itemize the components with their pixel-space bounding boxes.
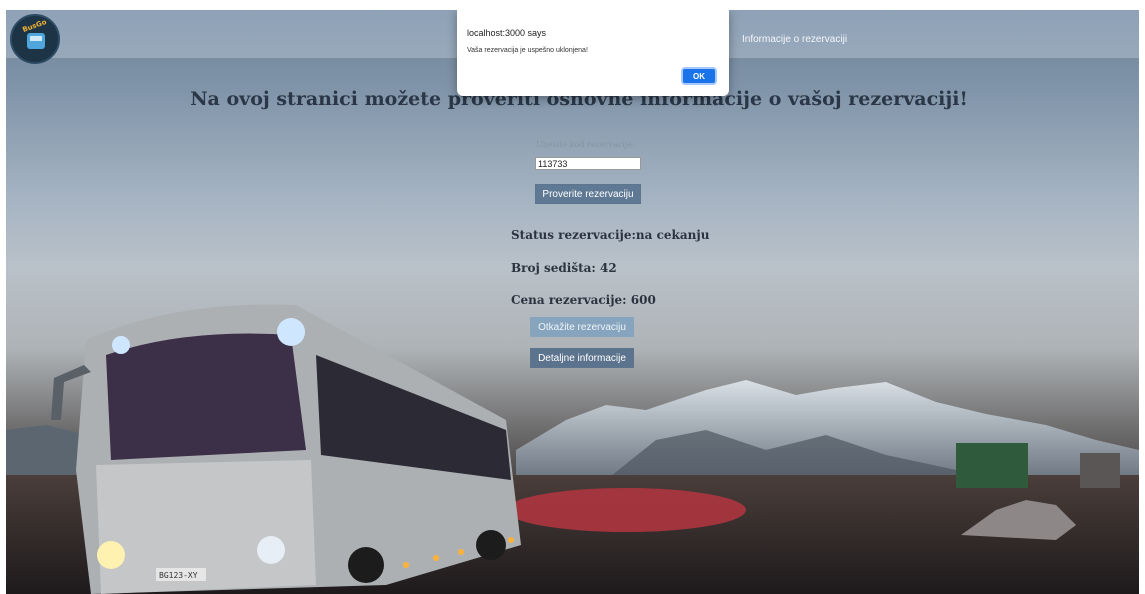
check-reservation-button[interactable]: Proverite rezervaciju [535, 184, 641, 204]
bus-windshield [106, 333, 306, 460]
nav-link-reservation-info[interactable]: Informacije o rezervaciji [742, 34, 847, 45]
reservation-code-label: Unesite kod rezervacije: [536, 140, 635, 149]
logo[interactable]: BusGo [10, 14, 60, 64]
roof-light-left [112, 336, 130, 354]
reservation-status: Status rezervacije:na cekanju [511, 228, 710, 242]
license-plate-text: BG123-XY [159, 571, 198, 580]
alert-dialog: localhost:3000 says Vaša rezervacija je … [457, 10, 729, 96]
alert-message: Vaša rezervacija je uspešno uklonjena! [467, 47, 588, 54]
reservation-code-input[interactable] [535, 157, 641, 170]
seat-count: Broj sedišta: 42 [511, 261, 617, 275]
logo-text: BusGo [21, 17, 48, 35]
headlight-right [257, 536, 285, 564]
alert-title: localhost:3000 says [467, 28, 547, 38]
cancel-reservation-button[interactable]: Otkažite rezervaciju [530, 317, 634, 337]
wheel-front [348, 547, 384, 583]
headlight-left [97, 541, 125, 569]
roof-light-right [277, 318, 305, 346]
reservation-price: Cena rezervacije: 600 [511, 293, 656, 307]
alert-ok-button[interactable]: OK [681, 67, 717, 85]
details-button[interactable]: Detaljne informacije [530, 348, 634, 368]
bus-icon [27, 33, 45, 49]
page-frame: BG123-XY BusGo Informacije o rezervaciji… [6, 10, 1139, 594]
wheel-rear [476, 530, 506, 560]
